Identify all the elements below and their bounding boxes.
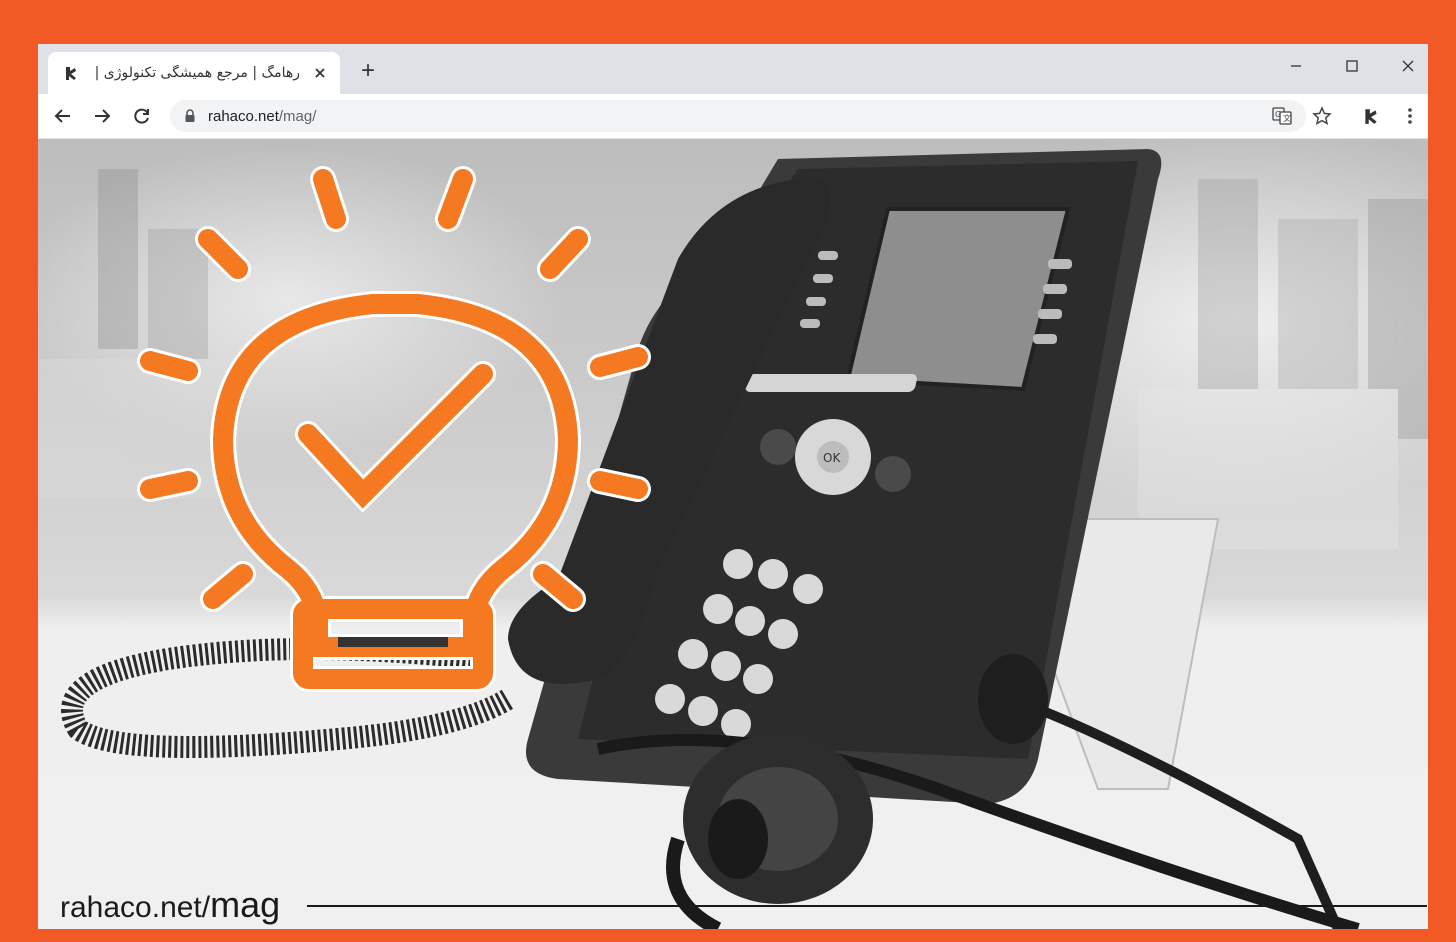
new-tab-button[interactable]: + bbox=[356, 59, 380, 84]
lock-icon bbox=[185, 109, 195, 122]
extension-icon[interactable] bbox=[1359, 104, 1383, 128]
browser-window: رهامگ | مرجع همیشگی تکنولوژی | + rahaco.… bbox=[38, 44, 1428, 929]
watermark-underline bbox=[307, 905, 1427, 907]
menu-icon[interactable] bbox=[1398, 104, 1422, 128]
svg-text:G: G bbox=[1275, 110, 1281, 119]
browser-toolbar: rahaco.net/mag/ G 文 bbox=[38, 94, 1428, 139]
rahaco-logo-icon bbox=[62, 64, 80, 82]
back-icon[interactable] bbox=[49, 103, 77, 129]
lightbulb-check-icon bbox=[137, 166, 651, 692]
page-hero-image: OK bbox=[38, 139, 1428, 929]
tab-strip: رهامگ | مرجع همیشگی تکنولوژی | + bbox=[38, 44, 1428, 94]
tab-close-icon[interactable] bbox=[310, 63, 330, 83]
url-domain: rahaco.net bbox=[208, 107, 279, 125]
site-watermark-base: rahaco.net/ bbox=[60, 891, 211, 924]
site-watermark: rahaco.net/mag bbox=[60, 884, 280, 926]
close-icon[interactable] bbox=[1388, 52, 1428, 80]
minimize-icon[interactable] bbox=[1276, 52, 1316, 80]
maximize-icon[interactable] bbox=[1332, 52, 1372, 80]
translate-icon[interactable]: G 文 bbox=[1270, 104, 1294, 128]
site-watermark-strong: mag bbox=[210, 884, 281, 925]
url-text: rahaco.net/mag/ bbox=[208, 108, 316, 125]
svg-text:OK: OK bbox=[823, 451, 841, 465]
reload-icon[interactable] bbox=[128, 103, 156, 129]
address-bar[interactable]: rahaco.net/mag/ bbox=[170, 100, 1306, 132]
star-icon[interactable] bbox=[1310, 104, 1334, 128]
tab-title: رهامگ | مرجع همیشگی تکنولوژی | bbox=[94, 65, 300, 81]
url-path: /mag/ bbox=[278, 107, 317, 125]
forward-icon[interactable] bbox=[88, 103, 116, 129]
browser-tab[interactable]: رهامگ | مرجع همیشگی تکنولوژی | bbox=[48, 52, 340, 94]
svg-text:文: 文 bbox=[1283, 113, 1291, 123]
